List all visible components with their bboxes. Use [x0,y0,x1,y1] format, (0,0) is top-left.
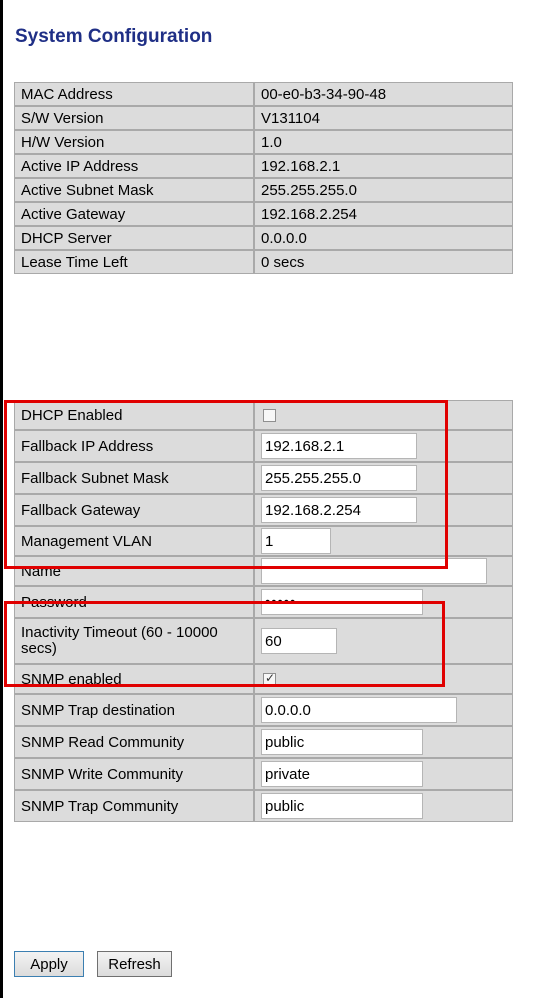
table-row: Inactivity Timeout (60 - 10000 secs) [14,618,513,664]
info-value-active-gateway: 192.168.2.254 [254,202,513,226]
fallback-mask-input[interactable] [261,465,417,491]
snmp-write-input[interactable] [261,761,423,787]
table-row: Management VLAN [14,526,513,556]
name-input[interactable] [261,558,487,584]
refresh-button[interactable]: Refresh [97,951,172,977]
info-value-hw: 1.0 [254,130,513,154]
inactivity-timeout-input[interactable] [261,628,337,654]
snmp-trap-dest-label: SNMP Trap destination [14,694,254,726]
fallback-ip-label: Fallback IP Address [14,430,254,462]
info-value-mac: 00-e0-b3-34-90-48 [254,82,513,106]
info-label-sw: S/W Version [14,106,254,130]
table-row: Fallback Gateway [14,494,513,526]
table-row: Fallback IP Address [14,430,513,462]
snmp-enabled-checkbox[interactable]: ✓ [263,671,276,687]
info-label-dhcp-server: DHCP Server [14,226,254,250]
table-row: SNMP Trap destination [14,694,513,726]
fallback-mask-label: Fallback Subnet Mask [14,462,254,494]
password-input[interactable] [261,589,423,615]
table-row: Password [14,586,513,618]
dhcp-enabled-checkbox[interactable] [263,409,276,423]
info-label-active-gateway: Active Gateway [14,202,254,226]
snmp-trap-comm-input[interactable] [261,793,423,819]
inactivity-timeout-label: Inactivity Timeout (60 - 10000 secs) [21,624,218,657]
info-value-sw: V131104 [254,106,513,130]
table-row: MAC Address 00-e0-b3-34-90-48 [14,82,513,106]
info-label-active-ip: Active IP Address [14,154,254,178]
info-value-lease: 0 secs [254,250,513,274]
table-row: SNMP Trap Community [14,790,513,822]
snmp-read-label: SNMP Read Community [14,726,254,758]
info-label-active-mask: Active Subnet Mask [14,178,254,202]
table-row: Name [14,556,513,586]
fallback-gateway-input[interactable] [261,497,417,523]
mgmt-vlan-label: Management VLAN [14,526,254,556]
fallback-ip-input[interactable] [261,433,417,459]
snmp-read-input[interactable] [261,729,423,755]
check-icon: ✓ [265,671,276,686]
table-row: Active Subnet Mask 255.255.255.0 [14,178,513,202]
snmp-enabled-label: SNMP enabled [14,664,254,694]
mgmt-vlan-input[interactable] [261,528,331,554]
table-row: Active IP Address 192.168.2.1 [14,154,513,178]
dhcp-enabled-label: DHCP Enabled [14,400,254,430]
config-form-table: DHCP Enabled Fallback IP Address Fallbac… [14,400,513,822]
snmp-trap-dest-input[interactable] [261,697,457,723]
fallback-gateway-label: Fallback Gateway [14,494,254,526]
info-value-active-ip: 192.168.2.1 [254,154,513,178]
password-label: Password [14,586,254,618]
info-value-active-mask: 255.255.255.0 [254,178,513,202]
table-row: SNMP Read Community [14,726,513,758]
table-row: Active Gateway 192.168.2.254 [14,202,513,226]
info-label-lease: Lease Time Left [14,250,254,274]
table-row: DHCP Server 0.0.0.0 [14,226,513,250]
table-row: SNMP Write Community [14,758,513,790]
info-label-hw: H/W Version [14,130,254,154]
table-row: SNMP enabled ✓ [14,664,513,694]
table-row: H/W Version 1.0 [14,130,513,154]
table-row: Fallback Subnet Mask [14,462,513,494]
info-value-dhcp-server: 0.0.0.0 [254,226,513,250]
system-info-table: MAC Address 00-e0-b3-34-90-48 S/W Versio… [14,82,513,274]
page-left-border [0,0,3,998]
table-row: S/W Version V131104 [14,106,513,130]
table-row: Lease Time Left 0 secs [14,250,513,274]
apply-button[interactable]: Apply [14,951,84,977]
table-row: DHCP Enabled [14,400,513,430]
snmp-write-label: SNMP Write Community [14,758,254,790]
name-label: Name [14,556,254,586]
snmp-trap-comm-label: SNMP Trap Community [14,790,254,822]
info-label-mac: MAC Address [14,82,254,106]
page-title: System Configuration [15,26,213,47]
